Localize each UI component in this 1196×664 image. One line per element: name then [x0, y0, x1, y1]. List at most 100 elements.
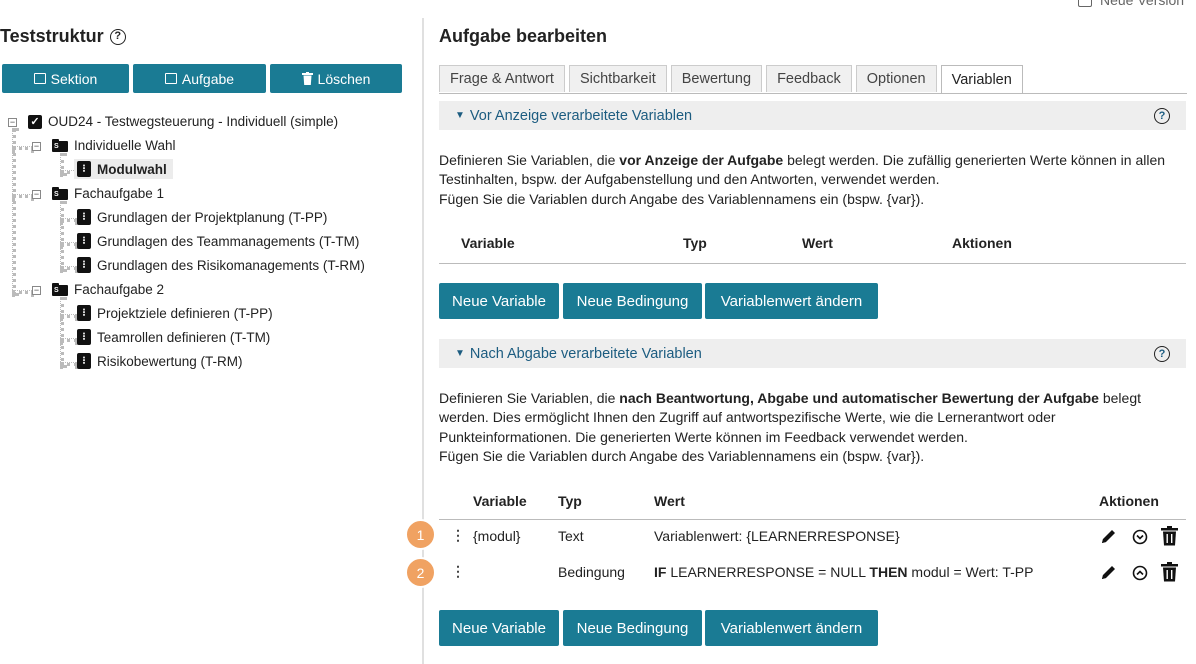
tree-item-label: Risikobewertung (T-RM) [97, 353, 243, 369]
delete-trash-icon[interactable] [1161, 526, 1178, 546]
move-down-icon[interactable] [1132, 529, 1148, 545]
table-header-divider [439, 519, 1186, 520]
col-value: Wert [654, 493, 685, 509]
tree-line [12, 290, 34, 294]
tree-line [60, 201, 64, 272]
collapse-arrow-icon: ▼ [455, 110, 465, 121]
collapse-toggle[interactable]: − [8, 118, 17, 127]
tree-section-label: Fachaufgabe 2 [74, 282, 165, 297]
tree-item-label: Projektziele definieren (T-PP) [97, 305, 273, 321]
add-section-label: Sektion [50, 70, 98, 87]
add-question-button[interactable]: Aufgabe [133, 64, 266, 93]
col-type: Typ [683, 235, 707, 251]
help-icon[interactable]: ? [1154, 346, 1170, 362]
row-value: IF LEARNERRESPONSE = NULL THEN modul = W… [654, 564, 1034, 580]
help-icon[interactable]: ? [109, 28, 126, 45]
col-variable: Variable [473, 493, 527, 509]
new-condition-button[interactable]: Neue Bedingung [563, 283, 702, 319]
collapse-toggle[interactable]: − [32, 286, 41, 295]
row-type: Bedingung [558, 564, 625, 580]
trash-icon [301, 72, 313, 85]
tab-visibility[interactable]: Sichtbarkeit [568, 65, 667, 92]
col-value: Wert [802, 235, 833, 251]
question-add-icon [164, 73, 177, 84]
row-variable: {modul} [473, 528, 521, 544]
tree-section[interactable]: Fachaufgabe 1 [52, 186, 164, 201]
tree-line [60, 218, 78, 222]
tab-bar: Frage & Antwort Sichtbarkeit Bewertung F… [439, 65, 1023, 94]
tree-root[interactable]: ✓ OUD24 - Testwegsteuerung - Individuell… [28, 114, 338, 129]
section-icon [33, 73, 46, 84]
tree-item[interactable]: ⁝ Teamrollen definieren (T-TM) [77, 329, 270, 345]
post-variables-description: Definieren Sie Variablen, die nach Beant… [439, 390, 1142, 464]
tree-line [60, 338, 78, 342]
test-check-icon: ✓ [28, 114, 42, 129]
tab-question-answer[interactable]: Frage & Antwort [439, 65, 565, 92]
tree-item[interactable]: ⁝ Grundlagen des Teammanagements (T-TM) [77, 233, 359, 249]
new-version-checkbox[interactable]: Neue Version [1078, 0, 1184, 8]
help-icon[interactable]: ? [1154, 108, 1170, 124]
tab-feedback[interactable]: Feedback [766, 65, 852, 92]
tree-line [60, 297, 64, 368]
tab-variables[interactable]: Variablen [940, 65, 1023, 94]
edit-title: Aufgabe bearbeiten [439, 26, 608, 46]
checkbox-label: Neue Version [1100, 0, 1185, 8]
tree-line [12, 194, 34, 198]
collapse-arrow-icon: ▼ [455, 348, 465, 359]
drag-handle-icon[interactable]: ⋮ [451, 564, 465, 578]
tree-item[interactable]: ⁝ Risikobewertung (T-RM) [77, 353, 243, 369]
tree-root-label: OUD24 - Testwegsteuerung - Individuell (… [48, 114, 339, 129]
question-icon: ⁝ [77, 233, 91, 249]
tree-line [60, 266, 78, 270]
step-badge: 1 [405, 519, 436, 550]
structure-title: Teststruktur ? [0, 26, 126, 47]
question-icon: ⁝ [77, 329, 91, 345]
table-header-divider [439, 263, 1186, 264]
collapse-toggle[interactable]: − [32, 190, 41, 199]
tree-section[interactable]: Fachaufgabe 2 [52, 282, 164, 297]
edit-pencil-icon[interactable] [1099, 526, 1119, 546]
section-folder-icon [52, 283, 68, 296]
tree-item-active[interactable]: ⁝ Modulwahl [74, 159, 173, 179]
tree-section[interactable]: Individuelle Wahl [52, 138, 176, 153]
tree-item[interactable]: ⁝ Grundlagen des Risikomanagements (T-RM… [77, 257, 365, 273]
pre-variables-header[interactable]: ▼ Vor Anzeige verarbeitete Variablen ? [439, 101, 1186, 130]
row-type: Text [558, 528, 584, 544]
change-variable-value-button[interactable]: Variablenwert ändern [705, 610, 878, 646]
tree-item-label: Grundlagen des Teammanagements (T-TM) [97, 233, 360, 249]
col-variable: Variable [461, 235, 515, 251]
step-badge: 2 [405, 557, 436, 588]
tree-item-label: Modulwahl [97, 161, 167, 177]
tree-section-label: Individuelle Wahl [74, 138, 176, 153]
tree-item[interactable]: ⁝ Grundlagen der Projektplanung (T-PP) [77, 209, 327, 225]
tab-options[interactable]: Optionen [855, 65, 937, 92]
new-variable-button[interactable]: Neue Variable [439, 610, 559, 646]
tree-line [12, 128, 16, 296]
structure-title-text: Teststruktur [0, 26, 104, 46]
post-variables-header[interactable]: ▼ Nach Abgabe verarbeitete Variablen ? [439, 339, 1186, 368]
tree-line [60, 242, 78, 246]
add-section-button[interactable]: Sektion [2, 64, 129, 93]
move-up-icon[interactable] [1132, 565, 1148, 581]
add-question-label: Aufgabe [181, 70, 235, 87]
tree-line [60, 362, 78, 366]
row-value: Variablenwert: {LEARNERRESPONSE} [654, 528, 900, 544]
question-icon: ⁝ [77, 257, 91, 273]
col-actions: Aktionen [952, 235, 1012, 251]
pre-variables-header-label: Vor Anzeige verarbeitete Variablen [469, 107, 693, 124]
change-variable-value-button[interactable]: Variablenwert ändern [705, 283, 878, 319]
tree-line [60, 314, 78, 318]
edit-pencil-icon[interactable] [1099, 562, 1119, 582]
new-variable-button[interactable]: Neue Variable [439, 283, 559, 319]
collapse-toggle[interactable]: − [32, 142, 41, 151]
tab-scoring[interactable]: Bewertung [670, 65, 763, 92]
new-condition-button[interactable]: Neue Bedingung [563, 610, 702, 646]
col-type: Typ [558, 493, 582, 509]
col-actions: Aktionen [1099, 493, 1159, 509]
tree-section-label: Fachaufgabe 1 [74, 186, 165, 201]
delete-trash-icon[interactable] [1161, 562, 1178, 582]
checkbox-box[interactable] [1078, 0, 1092, 7]
tree-item[interactable]: ⁝ Projektziele definieren (T-PP) [77, 305, 273, 321]
drag-handle-icon[interactable]: ⋮ [451, 528, 465, 542]
delete-button[interactable]: Löschen [270, 64, 402, 93]
